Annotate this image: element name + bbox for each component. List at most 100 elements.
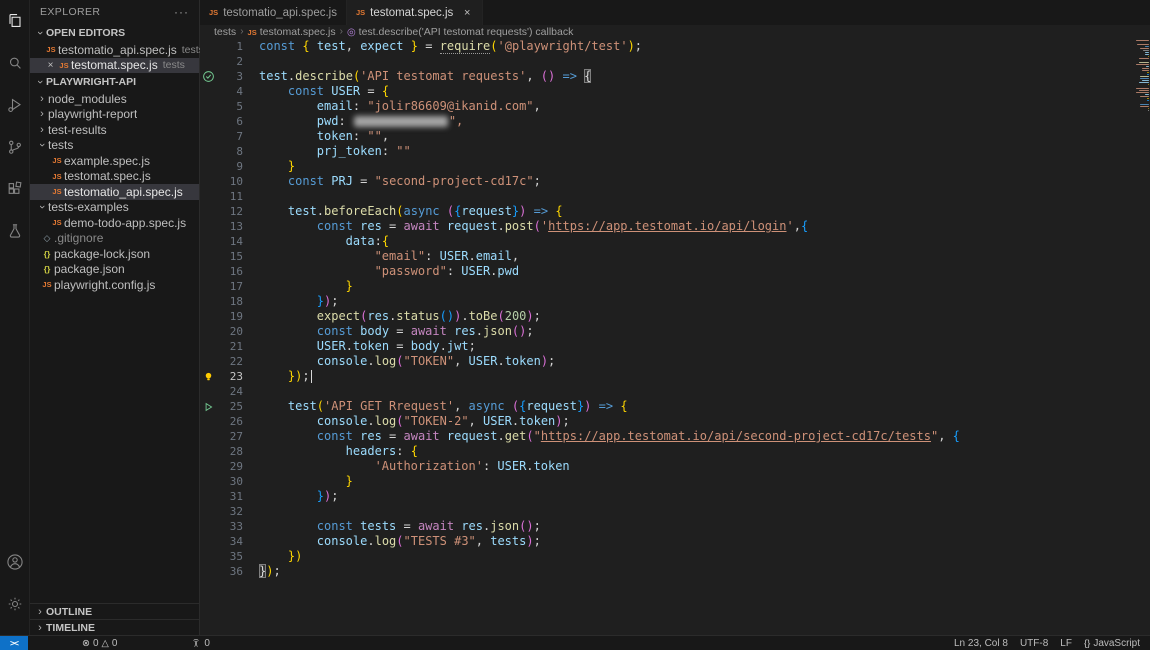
lightbulb-icon[interactable] [200,369,217,384]
vscode-window: EXPLORER ··· › OPEN EDITORS JStestomatio… [0,0,1150,650]
tree-file-package.json[interactable]: {}package.json [30,262,199,278]
activity-settings-icon[interactable] [0,583,30,625]
problems-indicator[interactable]: ⊗ 0 △ 0 [76,636,123,650]
code-line-12[interactable]: 12test.beforeEach(async ({request}) => { [200,204,1150,219]
code-line-16[interactable]: 16"password": USER.pwd [200,264,1150,279]
line-number: 24 [217,384,243,399]
tree-folder-node_modules[interactable]: ›node_modules [30,91,199,107]
code-line-13[interactable]: 13const res = await request.post('https:… [200,219,1150,234]
code-line-36[interactable]: 36}); [200,564,1150,579]
activity-source-control-icon[interactable] [0,126,30,168]
gutter-decoration [200,294,217,309]
eol-indicator[interactable]: LF [1054,638,1078,649]
activity-search-icon[interactable] [0,42,30,84]
open-editors-header[interactable]: › OPEN EDITORS [30,24,199,42]
code-token: ( [534,219,541,233]
code-line-33[interactable]: 33const tests = await res.json(); [200,519,1150,534]
cursor-position[interactable]: Ln 23, Col 8 [948,638,1014,649]
code-line-25[interactable]: 25test('API GET Rrequest', async ({reque… [200,399,1150,414]
code-line-35[interactable]: 35}) [200,549,1150,564]
tree-folder-tests-examples[interactable]: ›tests-examples [30,200,199,216]
tree-file-testomatio_api.spec.js[interactable]: JStestomatio_api.spec.js [30,184,199,200]
breadcrumb-item[interactable]: JStestomat.spec.js [248,26,336,38]
more-actions-icon[interactable]: ··· [174,5,189,19]
code-line-4[interactable]: 4const USER = { [200,84,1150,99]
code-line-11[interactable]: 11 [200,189,1150,204]
code-editor[interactable]: 1const { test, expect } = require('@play… [200,38,1150,635]
activity-account-icon[interactable] [0,541,30,583]
line-number: 7 [217,129,243,144]
code-line-1[interactable]: 1const { test, expect } = require('@play… [200,39,1150,54]
activity-extensions-icon[interactable] [0,168,30,210]
code-line-24[interactable]: 24 [200,384,1150,399]
outline-panel-header[interactable]: › OUTLINE [30,603,199,619]
code-line-21[interactable]: 21USER.token = body.jwt; [200,339,1150,354]
code-line-17[interactable]: 17} [200,279,1150,294]
code-line-30[interactable]: 30} [200,474,1150,489]
code-line-5[interactable]: 5email: "jolir86609@ikanid.com", [200,99,1150,114]
code-line-31[interactable]: 31}); [200,489,1150,504]
tree-file-playwright.config.js[interactable]: JSplaywright.config.js [30,277,199,293]
file-json-icon: {} [40,249,54,259]
breadcrumb-label: test.describe('API testomat requests') c… [359,26,574,38]
code-line-9[interactable]: 9} [200,159,1150,174]
code-line-29[interactable]: 29'Authorization': USER.token [200,459,1150,474]
line-content: const tests = await res.json(); [259,519,541,534]
tree-folder-tests[interactable]: ›tests [30,138,199,154]
tree-file-.gitignore[interactable]: ◇.gitignore [30,231,199,247]
encoding-indicator[interactable]: UTF-8 [1014,638,1054,649]
remote-indicator[interactable]: >< [0,636,28,650]
code-token: ( [317,399,324,413]
code-line-8[interactable]: 8prj_token: "" [200,144,1150,159]
activity-explorer-icon[interactable] [0,0,30,42]
tree-file-testomat.spec.js[interactable]: JStestomat.spec.js [30,169,199,185]
project-header[interactable]: › PLAYWRIGHT-API [30,73,199,91]
tree-file-demo-todo-app.spec.js[interactable]: JSdemo-todo-app.spec.js [30,215,199,231]
code-token: = [389,339,411,353]
code-line-26[interactable]: 26console.log("TOKEN-2", USER.token); [200,414,1150,429]
code-line-14[interactable]: 14data:{ [200,234,1150,249]
tree-folder-test-results[interactable]: ›test-results [30,122,199,138]
tree-file-package-lock.json[interactable]: {}package-lock.json [30,246,199,262]
tab-testomat.spec.js[interactable]: JStestomat.spec.js× [347,0,483,25]
code-token: : [353,129,367,143]
breadcrumb-item[interactable]: tests [214,26,236,38]
close-tab-icon[interactable]: × [461,7,473,19]
code-line-10[interactable]: 10const PRJ = "second-project-cd17c"; [200,174,1150,189]
breadcrumb-item[interactable]: ◎test.describe('API testomat requests') … [347,26,573,38]
code-line-3[interactable]: 3test.describe('API testomat requests', … [200,69,1150,84]
close-editor-icon[interactable]: × [44,60,57,71]
code-line-32[interactable]: 32 [200,504,1150,519]
code-token: () [440,309,454,323]
open-editor-item[interactable]: ×JStestomat.spec.jstests [30,58,199,74]
code-line-19[interactable]: 19expect(res.status()).toBe(200); [200,309,1150,324]
code-line-22[interactable]: 22console.log("TOKEN", USER.token); [200,354,1150,369]
line-number: 28 [217,444,243,459]
activity-testing-icon[interactable] [0,210,30,252]
activity-run-debug-icon[interactable] [0,84,30,126]
open-editors-list: JStestomatio_api.spec.jstests×JStestomat… [30,42,199,73]
language-indicator[interactable]: {} JavaScript [1078,638,1146,649]
code-line-6[interactable]: 6pwd: ", [200,114,1150,129]
timeline-panel-header[interactable]: › TIMELINE [30,619,199,635]
code-line-34[interactable]: 34console.log("TESTS #3", tests); [200,534,1150,549]
code-line-20[interactable]: 20const body = await res.json(); [200,324,1150,339]
test-passed-icon[interactable] [200,69,217,84]
code-line-18[interactable]: 18}); [200,294,1150,309]
code-line-15[interactable]: 15"email": USER.email, [200,249,1150,264]
code-line-28[interactable]: 28headers: { [200,444,1150,459]
breadcrumb-label: testomat.spec.js [260,26,336,38]
tree-folder-playwright-report[interactable]: ›playwright-report [30,107,199,123]
code-line-27[interactable]: 27const res = await request.get("https:/… [200,429,1150,444]
minimap[interactable] [1135,40,1149,112]
ports-indicator[interactable]: 0 [185,636,216,650]
open-editor-item[interactable]: JStestomatio_api.spec.jstests [30,42,199,58]
tab-testomatio_api.spec.js[interactable]: JStestomatio_api.spec.js [200,0,347,25]
run-test-icon[interactable] [200,399,217,414]
code-line-7[interactable]: 7token: "", [200,129,1150,144]
code-token: => [599,399,613,413]
code-token: res [454,324,476,338]
code-line-23[interactable]: 23}); [200,369,1150,384]
code-line-2[interactable]: 2 [200,54,1150,69]
tree-file-example.spec.js[interactable]: JSexample.spec.js [30,153,199,169]
